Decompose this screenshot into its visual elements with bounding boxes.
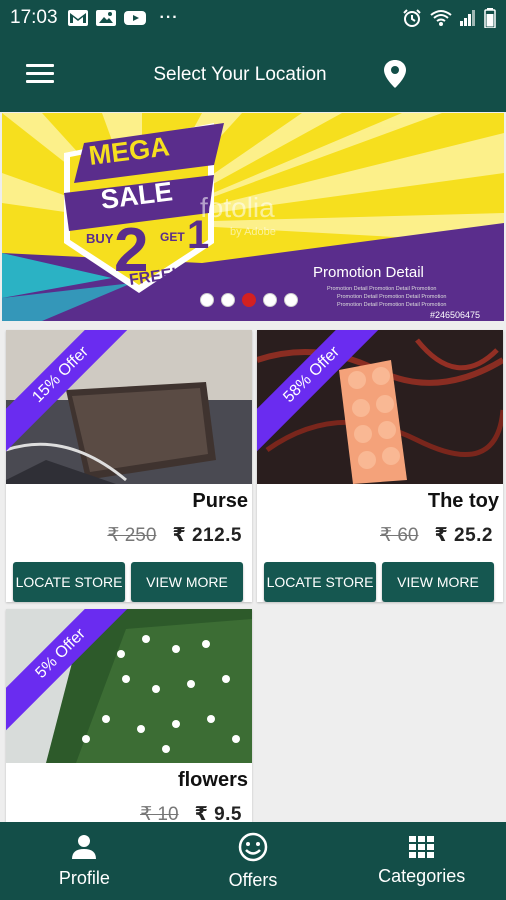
product-name: The toy bbox=[427, 490, 499, 512]
product-card-flowers[interactable]: 5% Offer flowers ₹ 10 ₹ 9.5 bbox=[6, 609, 252, 822]
gmail-icon bbox=[67, 10, 88, 26]
original-price: ₹ 10 bbox=[140, 804, 179, 822]
banner-get-text: GET bbox=[160, 230, 185, 244]
battery-icon bbox=[484, 8, 496, 28]
discounted-price: ₹ 9.5 bbox=[194, 804, 242, 822]
product-name: flowers bbox=[177, 769, 248, 791]
nav-categories[interactable]: Categories bbox=[337, 822, 506, 900]
smiley-icon bbox=[238, 832, 268, 861]
original-price: ₹ 250 bbox=[107, 525, 157, 546]
status-time: 17:03 bbox=[10, 7, 58, 28]
select-location-title[interactable]: Select Your Location bbox=[0, 64, 480, 86]
product-card-purse[interactable]: 15% Offer Purse ₹ 250 ₹ 212.5 LOCATE STO… bbox=[6, 330, 252, 602]
status-bar: 17:03 ··· bbox=[0, 0, 506, 36]
product-image[interactable]: 5% Offer bbox=[6, 609, 252, 763]
nav-profile[interactable]: Profile bbox=[0, 822, 169, 900]
alarm-icon bbox=[403, 9, 421, 27]
price-row: ₹ 10 ₹ 9.5 bbox=[6, 797, 252, 822]
person-icon bbox=[72, 834, 97, 859]
image-icon bbox=[95, 10, 116, 26]
signal-icon bbox=[460, 10, 475, 26]
app-bar: Select Your Location bbox=[0, 36, 506, 112]
price-row: ₹ 250 ₹ 212.5 bbox=[6, 518, 252, 554]
locate-store-button[interactable]: LOCATE STORE bbox=[13, 562, 125, 602]
product-image[interactable]: 15% Offer bbox=[6, 330, 252, 484]
banner-promo-id: #246506475 bbox=[430, 310, 480, 320]
carousel-dot[interactable] bbox=[284, 293, 298, 307]
nav-label: Offers bbox=[228, 869, 278, 890]
original-price: ₹ 60 bbox=[380, 525, 419, 546]
nav-label: Profile bbox=[58, 867, 110, 888]
nav-offers[interactable]: Offers bbox=[169, 822, 338, 900]
price-row: ₹ 60 ₹ 25.2 bbox=[257, 518, 503, 554]
carousel-dot[interactable] bbox=[263, 293, 277, 307]
discounted-price: ₹ 25.2 bbox=[434, 525, 493, 546]
product-image[interactable]: 58% Offer bbox=[257, 330, 503, 484]
carousel-dot[interactable] bbox=[200, 293, 214, 307]
banner-watermark-sub: by Adobe bbox=[230, 226, 276, 238]
banner-promo-small: Promotion Detail Promotion Detail Promot… bbox=[337, 294, 446, 300]
product-card-toy[interactable]: 58% Offer The toy ₹ 60 ₹ 25.2 LOCATE STO… bbox=[257, 330, 503, 602]
banner-buy-text: BUY bbox=[86, 231, 114, 246]
banner-promo-title: Promotion Detail bbox=[313, 264, 424, 281]
discounted-price: ₹ 212.5 bbox=[172, 525, 242, 546]
promo-banner-carousel[interactable]: MEGA SALE BUY 2 1 GET FREE! fotolia by A… bbox=[2, 113, 504, 321]
carousel-dot-active[interactable] bbox=[242, 293, 256, 307]
banner-promo-small: Promotion Detail Promotion Detail Promot… bbox=[337, 302, 446, 308]
carousel-indicator bbox=[200, 293, 298, 307]
youtube-icon bbox=[123, 11, 146, 25]
card-actions: LOCATE STORE VIEW MORE bbox=[257, 554, 503, 602]
location-pin-icon[interactable] bbox=[383, 60, 407, 88]
banner-artwork: MEGA SALE BUY 2 1 GET FREE! fotolia by A… bbox=[2, 113, 504, 321]
wifi-icon bbox=[430, 10, 452, 26]
view-more-button[interactable]: VIEW MORE bbox=[131, 562, 243, 602]
banner-watermark: fotolia bbox=[200, 192, 275, 223]
product-name: Purse bbox=[192, 490, 248, 512]
carousel-dot[interactable] bbox=[221, 293, 235, 307]
more-notifications-icon: ··· bbox=[159, 9, 179, 26]
locate-store-button[interactable]: LOCATE STORE bbox=[264, 562, 376, 602]
bottom-navigation: Profile Offers Categories bbox=[0, 822, 506, 900]
nav-label: Categories bbox=[378, 865, 466, 886]
view-more-button[interactable]: VIEW MORE bbox=[382, 562, 494, 602]
banner-promo-small: Promotion Detail Promotion Detail Promot… bbox=[327, 286, 436, 292]
card-actions: LOCATE STORE VIEW MORE bbox=[6, 554, 252, 602]
grid-icon bbox=[408, 835, 434, 858]
